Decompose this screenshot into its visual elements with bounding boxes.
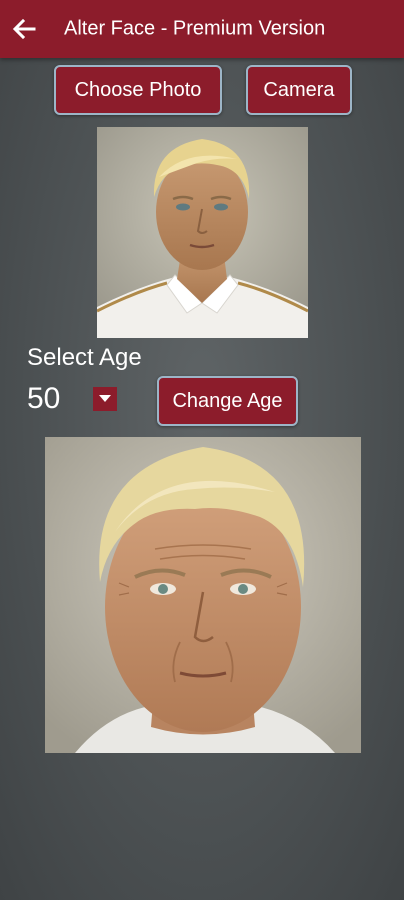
caret-down-icon[interactable] [93,387,117,411]
app-bar: Alter Face - Premium Version [0,0,404,58]
app-title: Alter Face - Premium Version [64,17,326,40]
choose-photo-button[interactable]: Choose Photo [54,65,222,115]
age-value: 50 [27,382,61,415]
select-age-label: Select Age [27,344,142,371]
aged-photo [45,437,361,753]
arrow-left-icon[interactable] [10,15,38,43]
change-age-button[interactable]: Change Age [157,376,298,426]
camera-button[interactable]: Camera [246,65,352,115]
original-photo [97,127,308,338]
